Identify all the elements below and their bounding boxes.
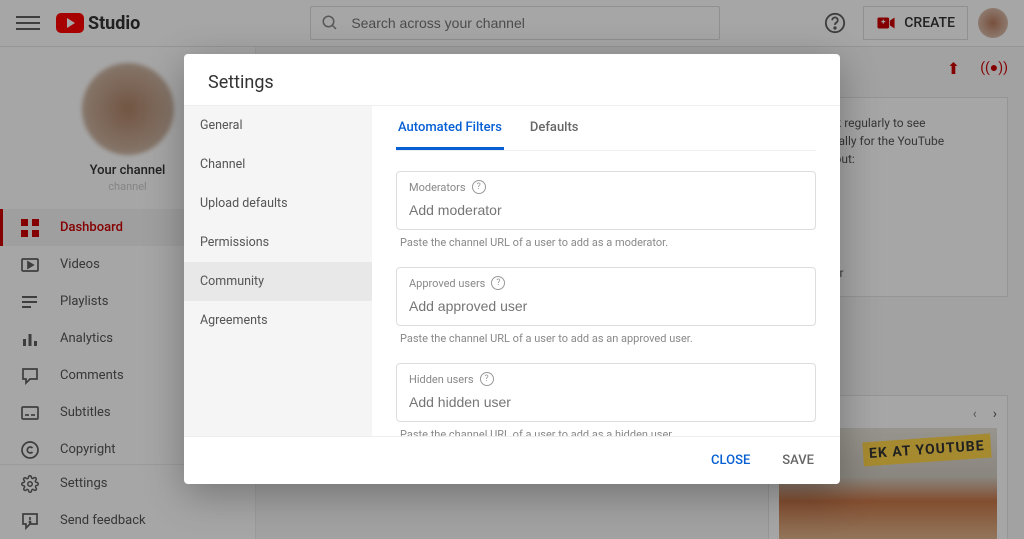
moderators-field[interactable]: Moderators? bbox=[396, 171, 816, 230]
settings-nav-upload-defaults[interactable]: Upload defaults bbox=[184, 184, 372, 223]
modal-title: Settings bbox=[184, 54, 840, 105]
help-icon[interactable]: ? bbox=[480, 372, 494, 386]
settings-side-nav: General Channel Upload defaults Permissi… bbox=[184, 106, 372, 436]
tab-defaults[interactable]: Defaults bbox=[528, 106, 581, 150]
modal-scrim[interactable]: Settings General Channel Upload defaults… bbox=[0, 0, 1024, 539]
help-icon[interactable]: ? bbox=[472, 180, 486, 194]
settings-nav-general[interactable]: General bbox=[184, 106, 372, 145]
tab-automated-filters[interactable]: Automated Filters bbox=[396, 106, 504, 150]
moderators-input[interactable] bbox=[409, 202, 803, 218]
settings-modal: Settings General Channel Upload defaults… bbox=[184, 54, 840, 484]
save-button[interactable]: SAVE bbox=[772, 445, 824, 476]
approved-users-field[interactable]: Approved users? bbox=[396, 267, 816, 326]
hidden-users-hint: Paste the channel URL of a user to add a… bbox=[400, 428, 816, 436]
settings-main: Automated Filters Defaults Moderators? P… bbox=[372, 106, 840, 436]
settings-nav-agreements[interactable]: Agreements bbox=[184, 301, 372, 340]
close-button[interactable]: CLOSE bbox=[701, 445, 760, 476]
approved-users-input[interactable] bbox=[409, 298, 803, 314]
settings-nav-community[interactable]: Community bbox=[184, 262, 372, 301]
hidden-users-input[interactable] bbox=[409, 394, 803, 410]
settings-nav-permissions[interactable]: Permissions bbox=[184, 223, 372, 262]
hidden-users-field[interactable]: Hidden users? bbox=[396, 363, 816, 422]
approved-users-hint: Paste the channel URL of a user to add a… bbox=[400, 332, 816, 345]
help-icon[interactable]: ? bbox=[491, 276, 505, 290]
moderators-hint: Paste the channel URL of a user to add a… bbox=[400, 236, 816, 249]
settings-nav-channel[interactable]: Channel bbox=[184, 145, 372, 184]
